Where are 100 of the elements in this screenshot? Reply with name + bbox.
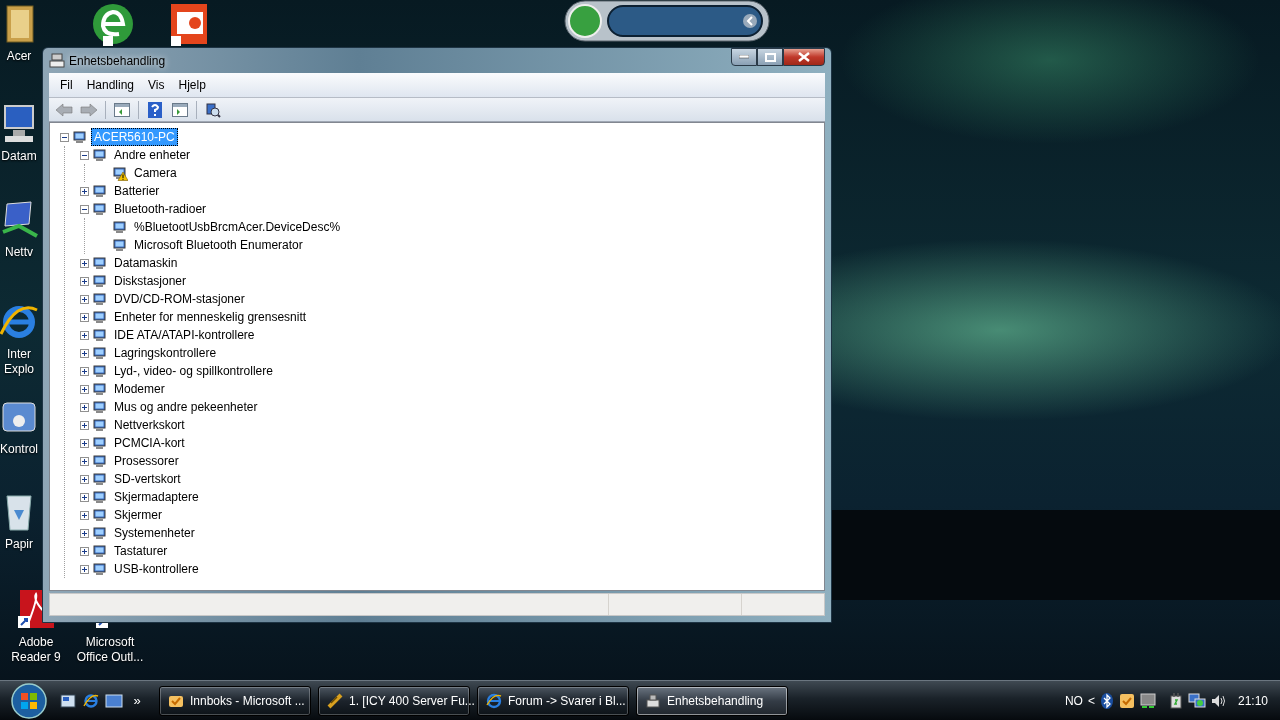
device-icon xyxy=(92,507,108,523)
show-hidden-icons-button[interactable]: < xyxy=(1087,693,1095,708)
browser-e-icon xyxy=(486,692,502,709)
device-manager-icon xyxy=(49,52,65,69)
tree-item[interactable]: SD-vertskort xyxy=(111,470,184,488)
device-icon xyxy=(92,309,108,325)
close-button[interactable] xyxy=(783,48,825,66)
tree-item[interactable]: Batterier xyxy=(111,182,163,200)
tree-item[interactable]: Datamaskin xyxy=(111,254,181,272)
network-icon[interactable] xyxy=(1187,692,1206,709)
expand-toggle[interactable] xyxy=(80,348,89,358)
device-icon xyxy=(92,525,108,541)
device-icon xyxy=(92,147,108,163)
device-icon xyxy=(92,183,108,199)
device-icon xyxy=(92,273,108,289)
menu-item[interactable]: Vis xyxy=(141,76,172,94)
expand-toggle[interactable] xyxy=(80,276,89,286)
taskbar-button[interactable]: Forum -> Svarer i Bl... xyxy=(477,685,629,716)
quick-launch-more-button[interactable]: » xyxy=(127,690,147,711)
device-icon xyxy=(92,543,108,559)
tree-item[interactable]: Enheter for menneskelig grensesnitt xyxy=(111,308,310,326)
menu-item[interactable]: Handling xyxy=(79,76,142,94)
expand-toggle[interactable] xyxy=(80,546,89,556)
expand-toggle[interactable] xyxy=(80,564,89,574)
expand-toggle[interactable] xyxy=(80,312,89,322)
device-icon xyxy=(92,561,108,577)
tree-item[interactable]: Bluetooth-radioer xyxy=(111,200,210,218)
menu-item[interactable]: Hjelp xyxy=(171,76,213,94)
tree-item[interactable]: Modemer xyxy=(111,380,168,398)
tree-item[interactable]: Prosessorer xyxy=(111,452,182,470)
monitor-icon[interactable] xyxy=(1139,692,1156,709)
expand-toggle[interactable] xyxy=(80,366,89,376)
power-plug-icon[interactable] xyxy=(1168,692,1183,709)
device-icon xyxy=(92,363,108,379)
expand-toggle[interactable] xyxy=(80,510,89,520)
device-icon xyxy=(92,381,108,397)
desktop-icon-label[interactable]: Nettv xyxy=(5,245,33,260)
expand-toggle[interactable] xyxy=(80,492,89,502)
tree-item[interactable]: Microsoft Bluetooth Enumerator xyxy=(131,236,306,254)
desktop-icon-label[interactable]: Kontrol xyxy=(0,442,38,457)
expand-toggle[interactable] xyxy=(80,420,89,430)
device-icon xyxy=(92,399,108,415)
desktop-icon-label[interactable]: Adobe Reader 9 xyxy=(0,635,74,665)
taskbar-button[interactable]: Innboks - Microsoft ... xyxy=(159,685,311,716)
expand-toggle[interactable] xyxy=(80,528,89,538)
expand-toggle[interactable] xyxy=(80,258,89,268)
desktop-icon-label[interactable]: Inter Explo xyxy=(0,347,40,377)
tree-item[interactable]: Systemenheter xyxy=(111,524,198,542)
device-icon xyxy=(92,345,108,361)
computer-icon xyxy=(645,692,661,709)
expand-toggle[interactable] xyxy=(80,474,89,484)
minimize-icon xyxy=(739,55,749,59)
desktop-icon-label[interactable]: Papir xyxy=(5,537,33,552)
tree-item[interactable]: Skjermer xyxy=(111,506,165,524)
device-icon xyxy=(92,435,108,451)
desktop-icon-label[interactable]: Datam xyxy=(1,149,37,164)
taskbar-button[interactable]: Enhetsbehandling xyxy=(636,685,788,716)
tree-item[interactable]: Andre enheter xyxy=(111,146,194,164)
tree-item[interactable]: Nettverkskort xyxy=(111,416,188,434)
bluetooth-icon[interactable] xyxy=(1099,692,1114,709)
clock[interactable]: 21:10 xyxy=(1237,693,1268,708)
tree-item[interactable]: Lyd-, video- og spillkontrollere xyxy=(111,362,276,380)
device-icon xyxy=(92,417,108,433)
tree-item[interactable]: DVD/CD-ROM-stasjoner xyxy=(111,290,248,308)
device-icon xyxy=(92,255,108,271)
device-icon xyxy=(112,219,128,235)
collapse-toggle[interactable] xyxy=(80,150,89,160)
language-indicator[interactable]: NO xyxy=(1064,693,1083,708)
desktop-icon-label[interactable]: Microsoft Office Outl... xyxy=(72,635,148,665)
device-icon xyxy=(112,237,128,253)
menu-item[interactable]: Fil xyxy=(53,76,80,94)
tree-item[interactable]: IDE ATA/ATAPI-kontrollere xyxy=(111,326,258,344)
minimize-button[interactable] xyxy=(731,48,757,66)
device-icon xyxy=(92,201,108,217)
expand-toggle[interactable] xyxy=(80,438,89,448)
expand-toggle[interactable] xyxy=(80,186,89,196)
sidebar-gadget-drawing[interactable] xyxy=(564,0,770,42)
mail-notification-icon[interactable] xyxy=(1118,692,1135,709)
tree-item[interactable]: Skjermadaptere xyxy=(111,488,202,506)
tree-item[interactable]: PCMCIA-kort xyxy=(111,434,188,452)
tree-item[interactable]: Tastaturer xyxy=(111,542,171,560)
desktop-icon-label[interactable]: Acer xyxy=(6,49,32,64)
tree-item[interactable]: Camera xyxy=(131,164,180,182)
expand-toggle[interactable] xyxy=(80,330,89,340)
maximize-button[interactable] xyxy=(757,48,783,66)
expand-toggle[interactable] xyxy=(80,456,89,466)
expand-toggle[interactable] xyxy=(80,402,89,412)
tree-item[interactable]: USB-kontrollere xyxy=(111,560,202,578)
tree-item[interactable]: Mus og andre pekeenheter xyxy=(111,398,261,416)
collapse-toggle[interactable] xyxy=(60,132,69,142)
tree-item[interactable]: Lagringskontrollere xyxy=(111,344,220,362)
tree-item[interactable]: %BluetootUsbBrcmAcer.DeviceDesc% xyxy=(131,218,344,236)
device-icon xyxy=(92,291,108,307)
device-icon xyxy=(92,453,108,469)
maximize-icon xyxy=(764,52,776,62)
tree-item[interactable]: Diskstasjoner xyxy=(111,272,190,290)
device-icon xyxy=(92,489,108,505)
expand-toggle[interactable] xyxy=(80,384,89,394)
expand-toggle[interactable] xyxy=(80,294,89,304)
collapse-toggle[interactable] xyxy=(80,204,89,214)
